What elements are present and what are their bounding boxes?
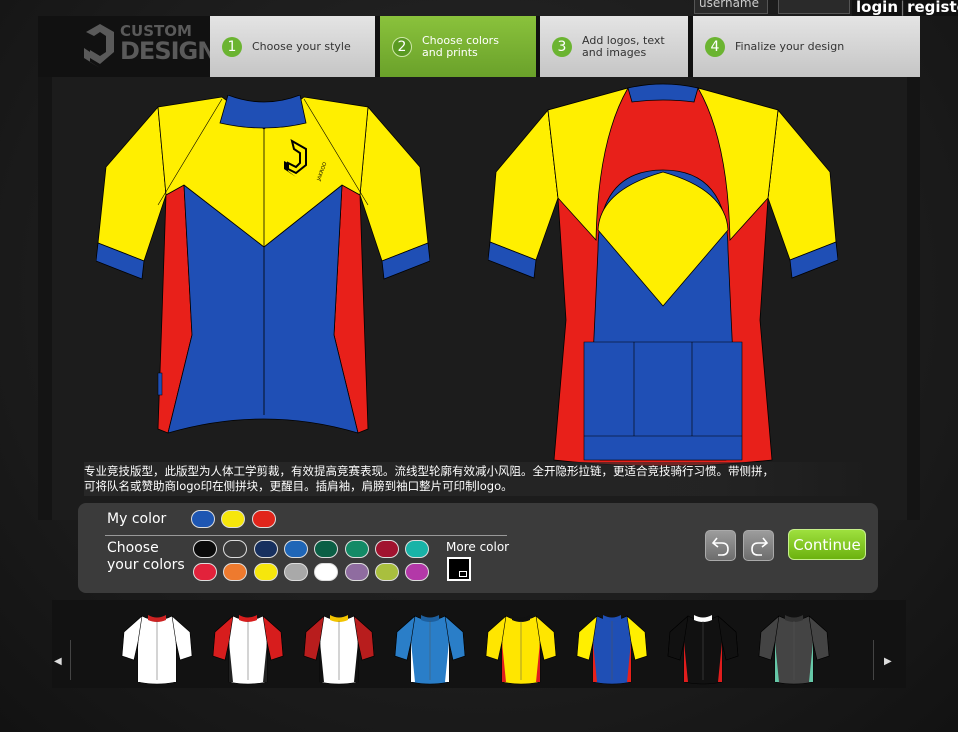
thumbnails-next-arrow[interactable]: ▶ <box>884 656 894 668</box>
step-2-choose-colors[interactable]: 2 Choose colors and prints <box>380 16 536 77</box>
choose-label-line2: your colors <box>107 557 185 573</box>
palette-swatch-1-4[interactable] <box>283 540 308 558</box>
my-color-swatch-yellow[interactable] <box>221 510 245 528</box>
jersey-thumbnail-icon <box>576 615 648 685</box>
undo-button[interactable] <box>705 530 736 561</box>
product-description: 专业竞技版型，此版型为人体工学剪裁，有效提高竞赛表现。流线型轮廓有效减小风阻。全… <box>84 462 874 496</box>
redo-button[interactable] <box>743 530 774 561</box>
jersey-thumbnail-icon <box>394 615 466 685</box>
more-color-label: More color <box>446 540 510 554</box>
palette-swatch-1-3[interactable] <box>253 540 278 558</box>
color-divider <box>105 535 507 536</box>
palette-swatch-2-7[interactable] <box>374 563 399 581</box>
username-input[interactable]: username <box>694 0 768 14</box>
header: CUSTOM DESIGN 1 Choose your style 2 Choo… <box>38 16 920 77</box>
step-number: 3 <box>552 36 572 57</box>
step-1-choose-style[interactable]: 1 Choose your style <box>210 16 375 77</box>
logo-mark-icon <box>84 24 114 68</box>
style-thumbnail-yellow-red-stripe[interactable] <box>484 612 558 686</box>
thumbnails-divider-right <box>873 640 874 680</box>
step-label-line2: and images <box>582 45 647 59</box>
continue-button[interactable]: Continue <box>788 529 866 560</box>
logo-text: CUSTOM DESIGN <box>120 24 217 65</box>
jersey-thumbnail-icon <box>212 615 284 685</box>
style-thumbnail-gray-teal[interactable] <box>757 612 831 686</box>
style-thumbnail-blue[interactable] <box>393 612 467 686</box>
palette-swatch-2-5[interactable] <box>314 563 339 581</box>
my-color-swatch-blue[interactable] <box>191 510 215 528</box>
step-label: Choose colors and prints <box>422 35 499 58</box>
undo-icon <box>711 537 729 556</box>
palette-swatch-2-4[interactable] <box>283 563 308 581</box>
style-thumbnails: ◀ ▶ <box>52 600 906 688</box>
jersey-thumbnail-icon <box>485 615 557 685</box>
description-line1: 专业竞技版型，此版型为人体工学剪裁，有效提高竞赛表现。流线型轮廓有效减小风阻。全… <box>84 464 774 478</box>
custom-design-logo[interactable]: CUSTOM DESIGN <box>80 22 217 72</box>
thumbnails-divider-left <box>70 640 71 680</box>
step-label-line1: Add logos, text <box>582 33 665 47</box>
jersey-thumbnail-icon <box>758 615 830 685</box>
step-label-line1: Finalize your design <box>735 39 845 53</box>
palette-swatch-1-7[interactable] <box>374 540 399 558</box>
auth-separator: | <box>900 0 906 16</box>
step-number: 1 <box>222 36 242 57</box>
register-link[interactable]: register <box>907 0 958 16</box>
palette-swatch-1-1[interactable] <box>193 540 217 558</box>
style-thumbnail-white[interactable] <box>120 612 194 686</box>
choose-colors-label: Choose your colors <box>107 540 185 574</box>
password-input[interactable] <box>778 0 850 14</box>
style-thumbnail-yellow-blue-red[interactable] <box>575 612 649 686</box>
palette-swatch-1-5[interactable] <box>314 540 339 558</box>
step-label-line1: Choose colors <box>422 33 499 47</box>
jersey-thumbnail-icon <box>303 615 375 685</box>
color-panel: My color Choose your colors More color C… <box>78 503 878 593</box>
auth-links: login | register <box>852 0 958 16</box>
style-thumbnail-black-red[interactable] <box>666 612 740 686</box>
login-link[interactable]: login <box>856 0 898 16</box>
palette-swatch-1-6[interactable] <box>344 540 369 558</box>
jersey-front-view[interactable]: JAKROO <box>96 95 430 435</box>
jersey-back-view[interactable] <box>488 80 838 466</box>
style-thumbnail-red-white[interactable] <box>211 612 285 686</box>
step-label: Finalize your design <box>735 41 844 53</box>
palette-swatch-2-1[interactable] <box>193 563 217 581</box>
jersey-thumbnail-icon <box>121 615 193 685</box>
more-color-picker[interactable] <box>447 557 471 581</box>
palette-swatch-2-6[interactable] <box>344 563 369 581</box>
palette-swatch-2-2[interactable] <box>223 563 248 581</box>
step-number: 4 <box>705 36 725 57</box>
logo-line2: DESIGN <box>120 37 217 65</box>
step-4-finalize[interactable]: 4 Finalize your design <box>693 16 920 77</box>
step-label: Choose your style <box>252 41 351 53</box>
palette-swatch-1-8[interactable] <box>405 540 430 558</box>
step-label-line1: Choose your style <box>252 39 351 53</box>
redo-icon <box>750 537 768 556</box>
style-thumbnail-red-white-black[interactable] <box>302 612 376 686</box>
thumbnails-prev-arrow[interactable]: ◀ <box>54 656 64 668</box>
palette-swatch-2-3[interactable] <box>253 563 278 581</box>
jersey-thumbnail-icon <box>667 615 739 685</box>
my-color-swatch-red[interactable] <box>252 510 276 528</box>
description-line2: 可将队名或赞助商logo印在侧拼块，更醒目。插肩袖，肩膀到袖口整片可印制logo… <box>84 479 513 493</box>
palette-swatch-2-8[interactable] <box>405 563 430 581</box>
step-label: Add logos, text and images <box>582 35 665 58</box>
step-3-add-logos[interactable]: 3 Add logos, text and images <box>540 16 688 77</box>
step-number: 2 <box>392 36 412 57</box>
choose-label-line1: Choose <box>107 540 159 556</box>
my-color-label: My color <box>107 511 167 527</box>
palette-swatch-1-2[interactable] <box>223 540 248 558</box>
step-label-line2: and prints <box>422 45 478 59</box>
